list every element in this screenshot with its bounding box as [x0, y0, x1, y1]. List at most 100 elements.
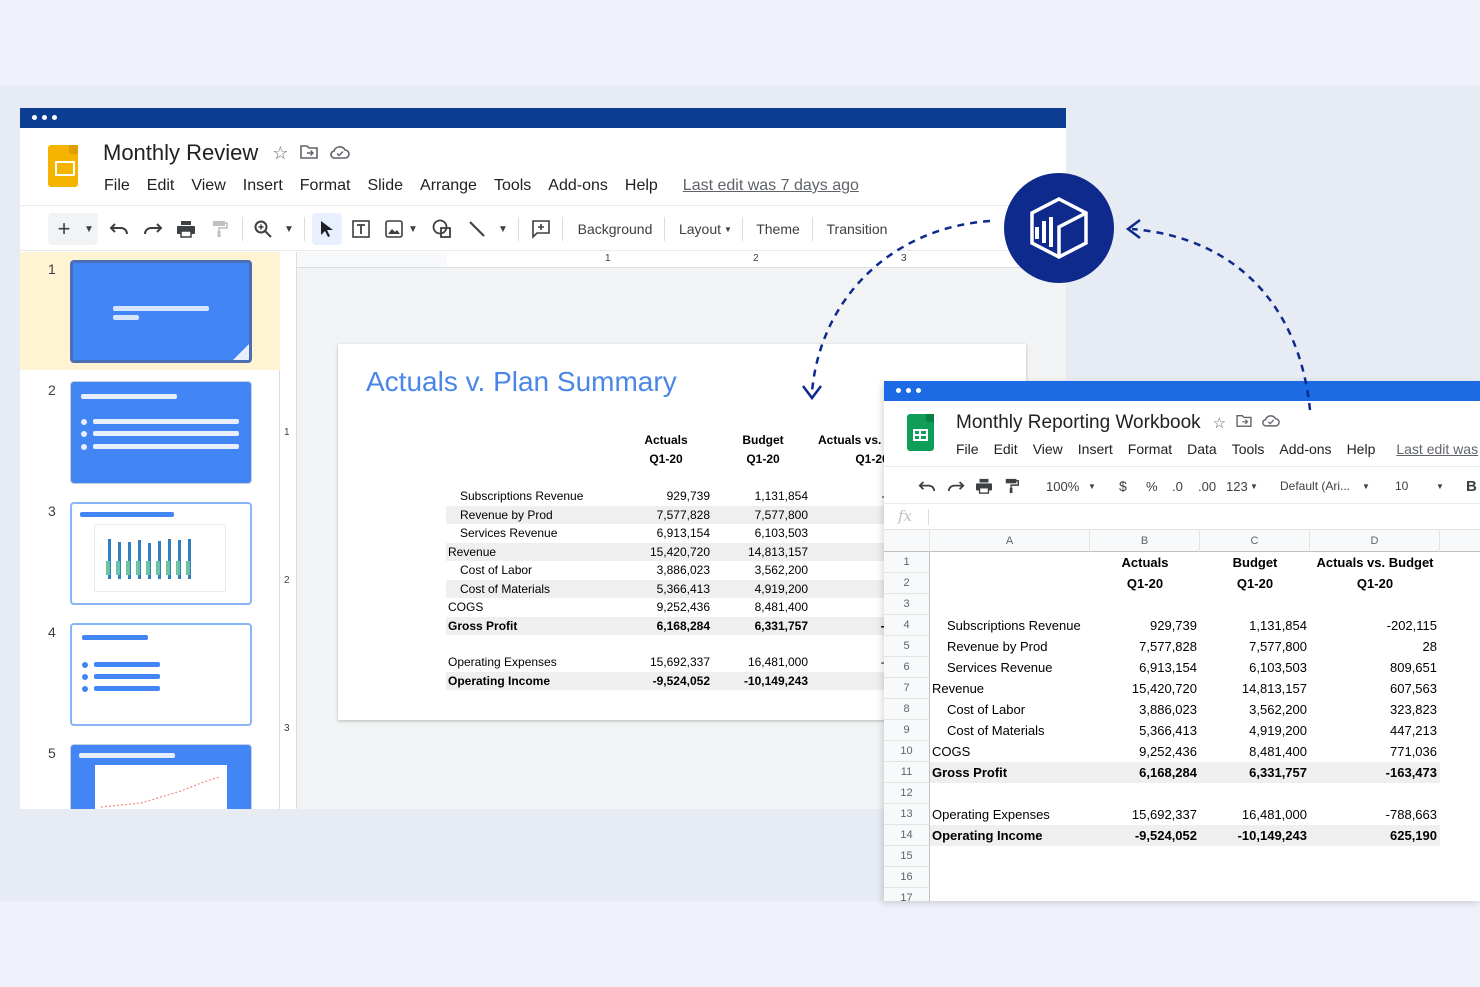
header-cell[interactable]: Actuals [1090, 552, 1200, 573]
plus-icon[interactable]: + [54, 206, 74, 252]
value-cell[interactable]: 1,131,854 [1200, 615, 1310, 636]
increase-decimal-button[interactable]: .00 [1198, 467, 1216, 505]
zoom-select[interactable]: 100% [1046, 467, 1079, 505]
sheets-logo-icon[interactable] [907, 414, 934, 451]
row-header[interactable]: 7 [884, 678, 930, 699]
value-cell[interactable]: 7,577,828 [1090, 636, 1200, 657]
column-header-d[interactable]: D [1310, 530, 1440, 552]
font-chevron-icon[interactable]: ▼ [1362, 467, 1370, 505]
value-cell[interactable]: 3,562,200 [1200, 699, 1310, 720]
window-dots[interactable] [896, 388, 921, 393]
label-cell[interactable]: Services Revenue [930, 657, 1090, 678]
value-cell[interactable]: 15,692,337 [1090, 804, 1200, 825]
paint-format-icon[interactable] [209, 206, 231, 252]
star-icon[interactable]: ☆ [272, 143, 288, 164]
label-cell[interactable]: Operating Income [930, 825, 1090, 846]
label-cell[interactable]: Cost of Labor [930, 699, 1090, 720]
font-select[interactable]: Default (Ari... [1280, 467, 1350, 505]
row-header[interactable]: 12 [884, 783, 930, 804]
menu-addons[interactable]: Add-ons [1279, 441, 1331, 457]
value-cell[interactable]: 809,651 [1310, 657, 1440, 678]
value-cell[interactable]: 771,036 [1310, 741, 1440, 762]
layout-button[interactable]: Layout [676, 206, 724, 252]
menu-file[interactable]: File [956, 441, 979, 457]
row-header[interactable]: 3 [884, 594, 930, 615]
value-cell[interactable]: -9,524,052 [1090, 825, 1200, 846]
select-all-corner[interactable] [884, 530, 930, 552]
last-edit-link[interactable]: Last edit was 7 days ago [683, 177, 859, 195]
decrease-decimal-button[interactable]: .0 [1172, 467, 1183, 505]
label-cell[interactable]: Operating Expenses [930, 804, 1090, 825]
menu-addons[interactable]: Add-ons [548, 177, 608, 195]
menu-tools[interactable]: Tools [1232, 441, 1265, 457]
line-icon[interactable] [466, 206, 488, 252]
zoom-chevron-icon[interactable]: ▼ [1088, 467, 1096, 505]
move-folder-icon[interactable] [1236, 414, 1252, 432]
paint-format-icon[interactable] [1004, 467, 1020, 505]
row-header[interactable]: 9 [884, 720, 930, 741]
menu-help[interactable]: Help [625, 177, 658, 195]
menu-format[interactable]: Format [300, 177, 351, 195]
image-icon[interactable] [383, 206, 405, 252]
move-folder-icon[interactable] [300, 143, 319, 164]
menu-insert[interactable]: Insert [1078, 441, 1113, 457]
row-header[interactable]: 8 [884, 699, 930, 720]
zoom-chevron-icon[interactable]: ▼ [282, 206, 296, 252]
value-cell[interactable]: 16,481,000 [1200, 804, 1310, 825]
slides-title-text[interactable]: Monthly Review [103, 140, 258, 166]
slide-thumbnail[interactable] [70, 502, 252, 605]
menu-slide[interactable]: Slide [367, 177, 403, 195]
value-cell[interactable]: 6,913,154 [1090, 657, 1200, 678]
row-header[interactable]: 16 [884, 867, 930, 888]
value-cell[interactable]: -163,473 [1310, 762, 1440, 783]
column-header-b[interactable]: B [1090, 530, 1200, 552]
filmstrip-item-2[interactable]: 2 [20, 373, 280, 491]
value-cell[interactable]: 447,213 [1310, 720, 1440, 741]
comment-icon[interactable] [529, 206, 553, 252]
value-cell[interactable]: 6,103,503 [1200, 657, 1310, 678]
slides-logo-icon[interactable] [48, 145, 78, 187]
value-cell[interactable]: 6,168,284 [1090, 762, 1200, 783]
value-cell[interactable]: 9,252,436 [1090, 741, 1200, 762]
more-formats-button[interactable]: 123 [1226, 467, 1248, 505]
more-formats-chevron-icon[interactable]: ▼ [1250, 467, 1258, 505]
value-cell[interactable]: 3,886,023 [1090, 699, 1200, 720]
redo-icon[interactable] [142, 206, 164, 252]
value-cell[interactable]: 14,813,157 [1200, 678, 1310, 699]
menu-data[interactable]: Data [1187, 441, 1217, 457]
chevron-down-icon[interactable]: ▼ [82, 206, 96, 252]
header-cell[interactable]: Actuals vs. Budget [1310, 552, 1440, 573]
print-icon[interactable] [175, 206, 197, 252]
value-cell[interactable]: 607,563 [1310, 678, 1440, 699]
transition-button[interactable]: Transition [824, 206, 890, 252]
zoom-icon[interactable] [252, 206, 274, 252]
label-cell[interactable]: Cost of Materials [930, 720, 1090, 741]
undo-icon[interactable] [108, 206, 130, 252]
header-cell[interactable]: Q1-20 [1200, 573, 1310, 594]
font-size-select[interactable]: 10 [1395, 467, 1408, 505]
row-header[interactable]: 14 [884, 825, 930, 846]
cloud-status-icon[interactable] [330, 143, 351, 164]
row-header[interactable]: 2 [884, 573, 930, 594]
row-header[interactable]: 11 [884, 762, 930, 783]
menu-view[interactable]: View [1033, 441, 1063, 457]
value-cell[interactable]: 8,481,400 [1200, 741, 1310, 762]
column-header-c[interactable]: C [1200, 530, 1310, 552]
row-header[interactable]: 1 [884, 552, 930, 573]
window-dots[interactable] [32, 115, 57, 120]
row-header[interactable]: 5 [884, 636, 930, 657]
print-icon[interactable] [975, 467, 993, 505]
sheets-title-text[interactable]: Monthly Reporting Workbook [956, 412, 1201, 434]
menu-format[interactable]: Format [1128, 441, 1172, 457]
star-icon[interactable]: ☆ [1213, 414, 1226, 432]
value-cell[interactable]: 5,366,413 [1090, 720, 1200, 741]
filmstrip-item-4[interactable]: 4 [20, 615, 280, 733]
value-cell[interactable]: 929,739 [1090, 615, 1200, 636]
shape-icon[interactable] [430, 206, 454, 252]
menu-help[interactable]: Help [1347, 441, 1376, 457]
value-cell[interactable]: 15,420,720 [1090, 678, 1200, 699]
menu-edit[interactable]: Edit [994, 441, 1018, 457]
slide-thumbnail[interactable] [70, 381, 252, 484]
formula-bar[interactable]: fx [884, 504, 1480, 530]
value-cell[interactable]: 28 [1310, 636, 1440, 657]
